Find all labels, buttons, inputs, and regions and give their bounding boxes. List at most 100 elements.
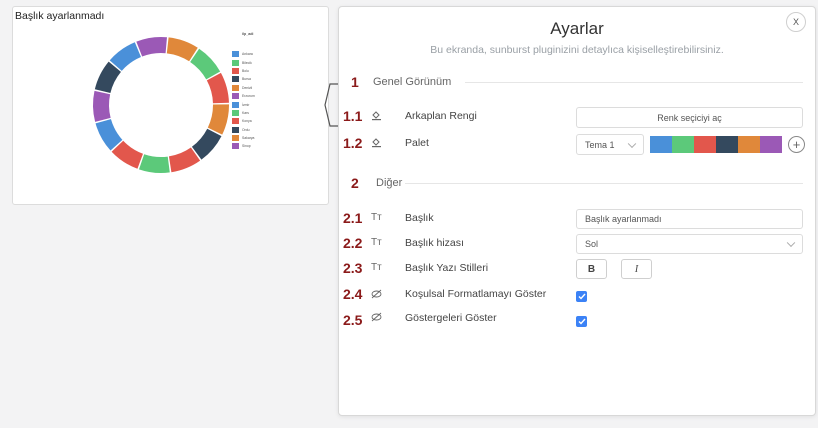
palette-select-value: Tema 1 bbox=[585, 139, 615, 150]
section-other-label: Diğer bbox=[376, 177, 403, 189]
section-general-label: Genel Görünüm bbox=[373, 76, 452, 88]
section-other-num: 2 bbox=[351, 175, 359, 191]
donut-segment[interactable] bbox=[191, 128, 222, 160]
donut-segment[interactable] bbox=[190, 48, 221, 80]
chevron-down-icon bbox=[786, 238, 796, 248]
legend-swatch bbox=[232, 59, 239, 66]
row-legend-num: 2.5 bbox=[343, 312, 363, 328]
section-divider bbox=[405, 183, 803, 184]
italic-icon: I bbox=[634, 263, 639, 275]
legend-swatch bbox=[232, 118, 239, 125]
legend-item[interactable]: Sakarya bbox=[232, 134, 255, 142]
legend-label: Sakarya bbox=[242, 136, 255, 141]
italic-button[interactable]: I bbox=[621, 259, 652, 279]
section-general-num: 1 bbox=[351, 74, 359, 90]
legend-list: Ankara Bilecik Bolu Bursa Denizli Erzurum İzmi… bbox=[232, 50, 255, 151]
legend-item[interactable]: Ankara bbox=[232, 50, 255, 58]
legend-label: Ankara bbox=[242, 52, 253, 57]
row-title-label: Başlık bbox=[405, 212, 434, 224]
palette-swatch[interactable] bbox=[760, 136, 782, 153]
paint-bucket-icon bbox=[371, 110, 382, 124]
legend-label: Erzurum bbox=[242, 94, 255, 99]
row-styles-label: Başlık Yazı Stilleri bbox=[405, 262, 489, 274]
legend-label: Sinop bbox=[242, 144, 251, 149]
legend-item[interactable]: İzmir bbox=[232, 100, 255, 108]
palette-swatch[interactable] bbox=[672, 136, 694, 153]
settings-panel: Ayarlar Bu ekranda, sunburst pluginizini… bbox=[338, 6, 816, 416]
legend-label: Bilecik bbox=[242, 60, 252, 65]
eye-slash-icon bbox=[371, 289, 382, 302]
title-input-value: Başlık ayarlanmadı bbox=[585, 214, 662, 224]
legend-item[interactable]: Sinop bbox=[232, 142, 255, 150]
legend-swatch bbox=[232, 126, 239, 133]
donut-segment[interactable] bbox=[92, 90, 111, 122]
close-icon: X bbox=[792, 17, 799, 27]
donut-segment[interactable] bbox=[136, 37, 167, 57]
legend-label: Bursa bbox=[242, 77, 251, 82]
plus-icon: + bbox=[792, 137, 801, 152]
color-picker-button[interactable]: Renk seçiciyi aç bbox=[576, 107, 803, 128]
row-bg-num: 1.1 bbox=[343, 108, 363, 124]
preview-title: Başlık ayarlanmadı bbox=[15, 10, 105, 22]
legend-title: ilp_adi bbox=[242, 32, 254, 36]
legend-item[interactable]: Ordu bbox=[232, 126, 255, 134]
eye-slash-icon bbox=[371, 312, 382, 325]
legend-swatch bbox=[232, 67, 239, 74]
palette-swatch[interactable] bbox=[716, 136, 738, 153]
section-divider bbox=[465, 82, 803, 83]
bold-icon: B bbox=[587, 263, 596, 275]
panel-title: Ayarlar bbox=[550, 19, 604, 38]
palette-swatches[interactable] bbox=[650, 136, 782, 153]
legend-swatch bbox=[232, 51, 239, 58]
donut-chart bbox=[91, 35, 231, 175]
donut-segment[interactable] bbox=[138, 154, 170, 174]
legend-swatch bbox=[232, 76, 239, 83]
legend-label: Konya bbox=[242, 119, 252, 124]
legend-label: Denizli bbox=[242, 85, 253, 90]
legend-label: İzmir bbox=[242, 102, 250, 107]
conditional-format-checkbox[interactable] bbox=[576, 291, 587, 302]
legend-item[interactable]: Bursa bbox=[232, 75, 255, 83]
panel-subtitle: Bu ekranda, sunburst pluginizini detaylı… bbox=[430, 44, 724, 56]
row-conditional-label: Koşulsal Formatlamayı Göster bbox=[405, 288, 547, 300]
legend-swatch bbox=[232, 84, 239, 91]
text-icon: Tт bbox=[371, 212, 382, 223]
donut-svg bbox=[92, 37, 229, 174]
legend-item[interactable]: Konya bbox=[232, 117, 255, 125]
row-palette-label: Palet bbox=[405, 137, 429, 149]
add-color-button[interactable]: + bbox=[788, 136, 805, 153]
row-legend-label: Göstergeleri Göster bbox=[405, 312, 497, 324]
legend-label: Ordu bbox=[242, 127, 250, 132]
row-conditional-num: 2.4 bbox=[343, 286, 363, 302]
text-icon: Tт bbox=[371, 262, 382, 273]
chart-preview-card: Başlık ayarlanmadı ilp_adi Ankara Bilecik… bbox=[12, 6, 329, 205]
palette-swatch[interactable] bbox=[738, 136, 760, 153]
palette-swatch[interactable] bbox=[694, 136, 716, 153]
legend-item[interactable]: Bolu bbox=[232, 67, 255, 75]
text-icon: Tт bbox=[371, 237, 382, 248]
title-align-value: Sol bbox=[585, 239, 599, 249]
row-styles-num: 2.3 bbox=[343, 260, 363, 276]
donut-segment[interactable] bbox=[207, 104, 229, 135]
legend-item[interactable]: Bilecik bbox=[232, 58, 255, 66]
chart-legend: ilp_adi Ankara Bilecik Bolu Bursa Denizli Erz… bbox=[232, 32, 255, 151]
legend-item[interactable]: Kars bbox=[232, 109, 255, 117]
check-icon bbox=[578, 318, 586, 325]
row-palette-num: 1.2 bbox=[343, 135, 363, 151]
close-button[interactable]: X bbox=[786, 12, 806, 32]
legend-swatch bbox=[232, 93, 239, 100]
legend-label: Bolu bbox=[242, 68, 249, 73]
title-align-select[interactable]: Sol bbox=[576, 234, 803, 254]
title-input[interactable]: Başlık ayarlanmadı bbox=[576, 209, 803, 229]
paint-bucket-icon bbox=[371, 137, 382, 151]
palette-swatch[interactable] bbox=[650, 136, 672, 153]
row-bg-label: Arkaplan Rengi bbox=[405, 110, 477, 122]
legend-item[interactable]: Denizli bbox=[232, 84, 255, 92]
palette-select[interactable]: Tema 1 bbox=[576, 134, 644, 155]
legend-item[interactable]: Erzurum bbox=[232, 92, 255, 100]
donut-segment[interactable] bbox=[206, 72, 229, 104]
check-icon bbox=[578, 293, 586, 300]
show-legend-checkbox[interactable] bbox=[576, 316, 587, 327]
bold-button[interactable]: B bbox=[576, 259, 607, 279]
row-align-label: Başlık hizası bbox=[405, 237, 464, 249]
